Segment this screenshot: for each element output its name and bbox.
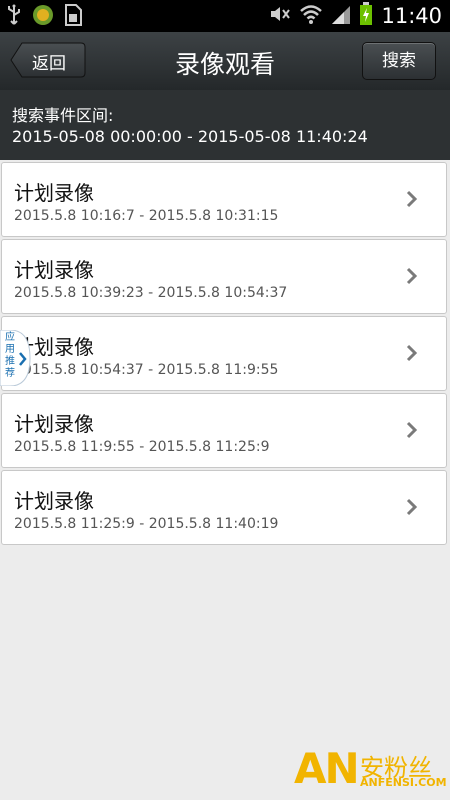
recording-item[interactable]: 计划录像 2015.5.8 10:39:23 - 2015.5.8 10:54:… [1, 239, 447, 314]
usb-icon [6, 4, 22, 30]
mute-icon [269, 4, 291, 28]
app-notification-icon [32, 4, 54, 30]
search-range-panel: 搜索事件区间: 2015-05-08 00:00:00 - 2015-05-08… [0, 90, 450, 160]
app-recommend-tab[interactable]: 应用推荐 [0, 330, 32, 386]
chevron-right-icon [406, 421, 418, 443]
recording-time-range: 2015.5.8 10:54:37 - 2015.5.8 11:9:55 [14, 362, 279, 378]
app-recommend-label: 应用推荐 [5, 332, 15, 379]
recording-item[interactable]: 计划录像 2015.5.8 10:54:37 - 2015.5.8 11:9:5… [1, 316, 447, 391]
chevron-right-icon [406, 190, 418, 212]
chevron-right-icon [406, 498, 418, 520]
title-bar: 返回 录像观看 搜索 [0, 32, 450, 90]
recording-title: 计划录像 [14, 489, 94, 513]
recording-item[interactable]: 计划录像 2015.5.8 11:9:55 - 2015.5.8 11:25:9 [1, 393, 447, 468]
watermark-mark: AN [294, 744, 360, 793]
recording-item[interactable]: 计划录像 2015.5.8 11:25:9 - 2015.5.8 11:40:1… [1, 470, 447, 545]
chevron-right-icon [406, 267, 418, 289]
recording-title: 计划录像 [14, 258, 94, 282]
search-button[interactable]: 搜索 [362, 42, 436, 80]
search-range-value: 2015-05-08 00:00:00 - 2015-05-08 11:40:2… [12, 127, 368, 146]
recording-time-range: 2015.5.8 10:16:7 - 2015.5.8 10:31:15 [14, 208, 279, 224]
chevron-right-icon [19, 351, 27, 370]
status-bar: 11:40 [0, 0, 450, 32]
recording-time-range: 2015.5.8 10:39:23 - 2015.5.8 10:54:37 [14, 285, 288, 301]
recording-title: 计划录像 [14, 181, 94, 205]
clock: 11:40 [381, 4, 442, 28]
search-range-label: 搜索事件区间: [12, 106, 114, 125]
recording-item[interactable]: 计划录像 2015.5.8 10:16:7 - 2015.5.8 10:31:1… [1, 162, 447, 237]
wifi-icon [299, 3, 323, 29]
recording-time-range: 2015.5.8 11:9:55 - 2015.5.8 11:25:9 [14, 439, 270, 455]
battery-charging-icon [359, 2, 373, 30]
signal-icon [331, 3, 351, 29]
chevron-right-icon [406, 344, 418, 366]
recording-title: 计划录像 [14, 412, 94, 436]
watermark-url: ANFENSI.COM [360, 776, 447, 789]
recording-time-range: 2015.5.8 11:25:9 - 2015.5.8 11:40:19 [14, 516, 279, 532]
watermark-logo: AN 安粉丝 ANFENSI.COM [294, 744, 447, 794]
sim-icon [64, 4, 82, 30]
